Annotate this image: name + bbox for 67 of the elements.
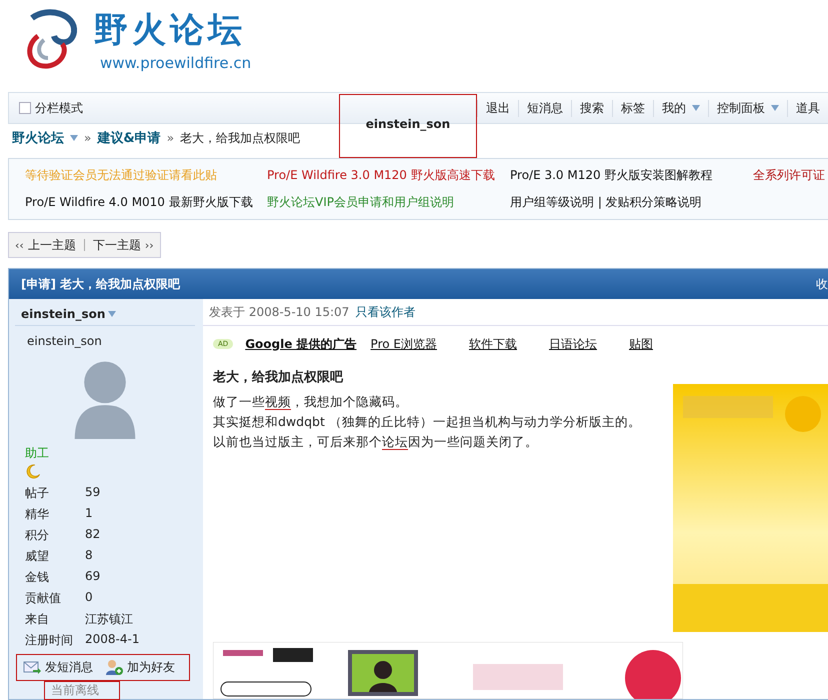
nav-link[interactable]: 搜索 bbox=[571, 100, 612, 116]
nav-link[interactable]: 短消息 bbox=[518, 100, 571, 116]
ad-link[interactable]: 贴图 bbox=[628, 336, 653, 352]
breadcrumb-link[interactable]: 野火论坛 bbox=[12, 129, 64, 147]
notice-link[interactable]: Pro/E Wildfire 3.0 M120 野火版高速下载 bbox=[267, 167, 510, 184]
ad-link[interactable]: Pro E浏览器 bbox=[370, 336, 437, 352]
stat-value: 8 bbox=[85, 548, 94, 564]
site-title: 野火论坛 bbox=[94, 10, 247, 50]
next-topic-link[interactable]: 下一主题 bbox=[92, 236, 141, 254]
stat-value: 82 bbox=[85, 526, 102, 543]
ad-link[interactable]: 软件下载 bbox=[468, 336, 517, 352]
checkbox-label: 分栏模式 bbox=[35, 100, 83, 116]
author-only-link[interactable]: 只看该作者 bbox=[355, 304, 416, 320]
notice-link[interactable]: 用户组等级说明 | 发贴积分策略说明 bbox=[510, 194, 753, 211]
nav-link[interactable]: 我的 bbox=[653, 100, 708, 116]
prev-arrow-icon: ‹‹ bbox=[15, 238, 24, 252]
favorite-link[interactable]: 收 bbox=[816, 276, 828, 292]
nav-link[interactable]: 道具 bbox=[787, 100, 828, 116]
post-date: 发表于 2008-5-10 15:07 bbox=[209, 304, 350, 320]
stat-value: 1 bbox=[85, 506, 94, 522]
next-arrow-icon: ›› bbox=[144, 238, 154, 252]
notice-link[interactable]: Pro/E 3.0 M120 野火版安装图解教程 bbox=[510, 167, 753, 184]
ad-link[interactable]: Google 提供的广告 bbox=[245, 336, 357, 352]
nav-link[interactable]: 标签 bbox=[612, 100, 653, 116]
prev-topic-link[interactable]: 上一主题 bbox=[28, 236, 76, 254]
site-url: www.proewildfire.cn bbox=[100, 54, 252, 72]
notice-link[interactable]: Pro/E Wildfire 4.0 M010 最新野火版下载 bbox=[25, 194, 267, 211]
stat-label: 金钱 bbox=[25, 568, 50, 586]
stat-value: 2008-4-1 bbox=[85, 632, 140, 648]
caret-icon bbox=[70, 135, 78, 141]
stat-label: 贡献值 bbox=[25, 590, 62, 607]
add-friend-button[interactable]: 加为好友 bbox=[105, 658, 175, 676]
stat-label: 帖子 bbox=[25, 484, 50, 502]
caret-icon bbox=[692, 105, 700, 111]
username-link[interactable]: einstein_son bbox=[339, 94, 477, 158]
stat-value: 69 bbox=[85, 568, 102, 585]
caret-icon bbox=[771, 105, 779, 111]
stat-value: 江苏镇江 bbox=[85, 610, 134, 628]
separator-icon: » bbox=[84, 131, 92, 145]
caret-icon bbox=[108, 310, 116, 317]
envelope-icon bbox=[23, 659, 41, 676]
stat-label: 积分 bbox=[25, 526, 50, 544]
notice-link[interactable]: 全系列许可证 bbox=[753, 167, 828, 184]
stat-label: 威望 bbox=[25, 548, 50, 565]
rank-label: 助工 bbox=[25, 444, 50, 462]
author-name[interactable]: einstein_son bbox=[21, 306, 106, 321]
separator-icon: » bbox=[166, 131, 174, 145]
nav-link[interactable]: 退出 bbox=[477, 100, 518, 116]
thread-title: [申请] 老大，给我加点权限吧 bbox=[21, 276, 180, 292]
breadcrumb-link[interactable]: 建议&申请 bbox=[97, 129, 161, 147]
stat-label: 注册时间 bbox=[25, 632, 73, 649]
checkbox[interactable] bbox=[19, 102, 31, 114]
message-button[interactable]: 发短消息 bbox=[23, 658, 93, 676]
stat-value: 59 bbox=[85, 484, 102, 501]
status-label: 当前离线 bbox=[45, 682, 119, 699]
person-plus-icon bbox=[105, 659, 123, 676]
moon-icon bbox=[25, 464, 41, 479]
post-paragraph: 其实挺想和dwdqbt （独舞的丘比特）一起担当机构与动力学分析版主的。以前也当过版主，可后来那个论坛因为一些问题关闭了。 bbox=[213, 413, 642, 452]
stat-label: 精华 bbox=[25, 506, 50, 523]
author-username: einstein_son bbox=[27, 334, 103, 348]
notice-link[interactable]: 野火论坛VIP会员申请和用户组说明 bbox=[267, 194, 510, 211]
stat-label: 来自 bbox=[25, 610, 50, 628]
stat-value: 0 bbox=[85, 590, 94, 606]
post-title: 老大，给我加点权限吧 bbox=[213, 369, 344, 386]
post-paragraph: 做了一些视频，我想加个隐藏码。 bbox=[213, 393, 409, 412]
ad-link[interactable]: 日语论坛 bbox=[548, 336, 597, 352]
nav-link[interactable]: 控制面板 bbox=[708, 100, 787, 116]
